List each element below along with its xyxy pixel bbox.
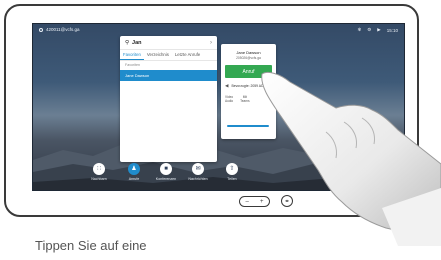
person-icon: ♟ — [128, 163, 140, 175]
call-option[interactable]: Video Audio — [225, 95, 233, 103]
search-icon: ⚲ — [125, 39, 130, 46]
toolbar-item-nachrichten[interactable]: ✉ Nachrichten — [184, 163, 212, 181]
clock-time: 15:10 — [386, 27, 398, 33]
toolbar-item-anrufe[interactable]: ♟ Anrufe — [120, 163, 148, 181]
contact-name: Jane Dawson — [236, 50, 261, 55]
message-icon: ✉ — [192, 163, 204, 175]
toolbar-label: Nachrichten — [188, 177, 208, 181]
toolbar-item-nachbarn[interactable]: ∷ Nachbarn — [85, 163, 113, 181]
camera-icon[interactable]: ▶ — [377, 27, 380, 33]
video-icon: ■ — [160, 163, 172, 175]
toolbar-label: Teilen — [227, 177, 237, 181]
option-label: Teams — [240, 99, 250, 103]
tab-verzeichnis[interactable]: Verzeichnis — [144, 50, 172, 60]
volume-down-icon[interactable]: – — [246, 199, 249, 205]
search-input[interactable]: Jan — [132, 40, 141, 46]
toolbar-label: Konferenzen — [155, 177, 177, 181]
toolbar-item-konferenzen[interactable]: ■ Konferenzen — [152, 163, 180, 181]
search-bar[interactable]: ⚲ Jan › — [120, 36, 217, 50]
chevron-right-icon[interactable]: › — [210, 40, 212, 46]
pointing-hand-icon — [261, 71, 441, 246]
toolbar-item-teilen[interactable]: ⇧ Teilen — [218, 163, 246, 181]
search-panel: ⚲ Jan › Favoriten Verzeichnis Letzte Anr… — [120, 36, 217, 162]
sip-address: 420011@vcfs.ga — [46, 27, 80, 32]
instruction-caption: Tippen Sie auf eine — [35, 238, 147, 253]
section-label: Favoriten — [125, 63, 140, 67]
bluetooth-icon: ✻ — [357, 27, 362, 32]
status-bar: 420011@vcfs.ga ✻ ⚙ ▶ 15:10 — [33, 24, 404, 36]
option-label: Audio — [225, 99, 234, 103]
toolbar-label: Anrufe — [128, 177, 140, 181]
call-option[interactable]: Mit Teams — [240, 95, 249, 103]
settings-icon[interactable]: ⚙ — [367, 27, 371, 33]
tab-letzte-anrufe[interactable]: Letzte Anrufe — [172, 50, 203, 60]
arrow-left-icon: ◀ — [225, 83, 229, 88]
toolbar-label: Nachbarn — [91, 177, 107, 181]
list-item[interactable]: Jane Dawson — [120, 70, 217, 81]
search-tabs: Favoriten Verzeichnis Letzte Anrufe — [120, 50, 217, 61]
grid-icon: ∷ — [93, 163, 105, 175]
device-status-icon — [39, 27, 43, 32]
contact-address: 205026@vcfs.ga — [236, 56, 261, 60]
tab-favoriten[interactable]: Favoriten — [120, 50, 144, 60]
share-icon: ⇧ — [226, 163, 238, 175]
